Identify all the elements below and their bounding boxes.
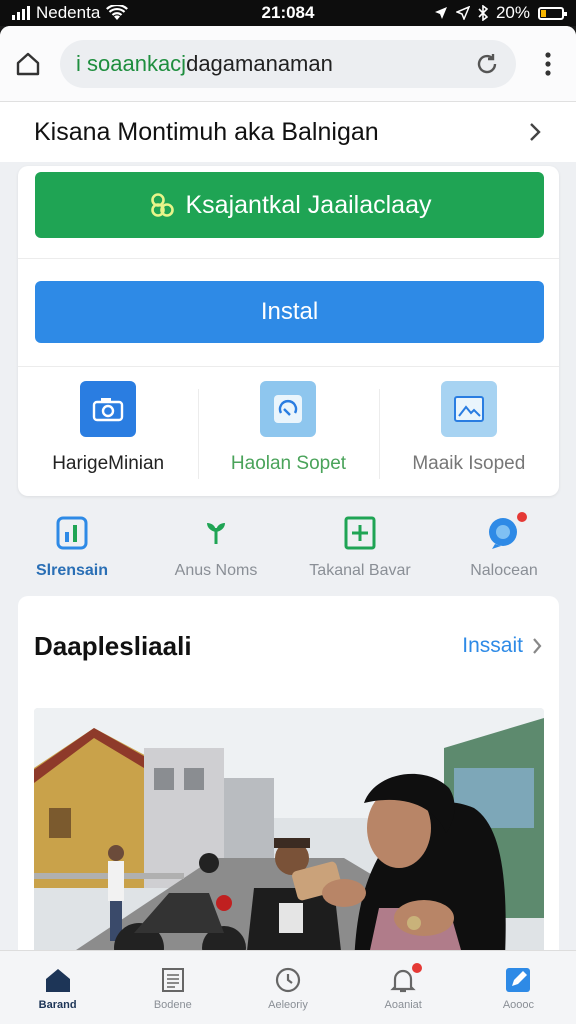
street-scene-illustration [34, 708, 544, 978]
status-time: 21:084 [261, 3, 315, 22]
quick-link-label: Anus Noms [174, 562, 258, 579]
quick-link-label: Slrensain [35, 562, 109, 579]
quick-link-item[interactable]: Slrensain [0, 512, 144, 588]
see-more-link[interactable]: Inssait [462, 634, 543, 658]
quick-link-label: Takanal Bavar [309, 562, 411, 579]
edit-icon [503, 965, 533, 995]
news-photo[interactable] [34, 708, 544, 978]
document-icon [158, 965, 188, 995]
location-arrow-icon [434, 7, 447, 19]
browser-window: i soaankacj dagamanaman Kisana Montimuh a… [0, 26, 576, 1024]
feature-label: Maaik Isoped [412, 453, 526, 474]
divider [18, 366, 559, 367]
news-title: Daaplesliaali [34, 630, 192, 661]
nav-item-home[interactable]: Barand [0, 951, 115, 1024]
chat-bubble-icon [483, 510, 529, 554]
nav-label: Aeleoriy [268, 998, 308, 1011]
divider [18, 258, 559, 259]
news-section: Daaplesliaali Inssait [18, 596, 559, 986]
notification-badge [515, 510, 529, 524]
nav-label: Aoaniat [384, 998, 422, 1011]
chevron-right-icon [530, 123, 541, 141]
nav-label: Bodene [153, 998, 192, 1011]
quick-links: Slrensain Anus Noms Takanal Bavar Naloce… [0, 510, 576, 588]
feature-label: Haolan Sopet [230, 453, 347, 474]
install-button-label: Instal [260, 298, 319, 325]
nav-item-notifications[interactable]: Aoaniat [346, 951, 461, 1024]
cellular-signal-icon [12, 6, 30, 20]
quick-link-item[interactable]: Anus Noms [144, 512, 288, 588]
signal-card-icon [51, 512, 93, 554]
quick-link-item[interactable]: Nalocean [432, 510, 576, 588]
clock-icon [273, 965, 303, 995]
headset-icon [260, 381, 317, 437]
add-box-icon [339, 512, 381, 554]
wifi-icon [106, 5, 129, 20]
menu-button[interactable] [534, 50, 562, 78]
nav-label: Barand [38, 998, 77, 1011]
feature-label: HarigeMinian [52, 453, 165, 474]
bluetooth-icon [478, 5, 488, 21]
battery-percent: 20% [495, 3, 530, 22]
nav-item-account[interactable]: Aoooc [461, 951, 576, 1024]
nav-item-activity[interactable]: Aeleoriy [230, 951, 345, 1024]
more-vertical-icon [545, 51, 551, 76]
home-outline-icon [16, 52, 40, 75]
see-more-label: Inssait [462, 634, 523, 657]
quick-link-label: Nalocean [470, 562, 538, 579]
page-title: Kisana Montimuh aka Balnigan [34, 117, 379, 146]
carrier-name: Nedenta [36, 3, 101, 22]
news-header: Daaplesliaali Inssait [18, 596, 559, 696]
chevron-right-icon [533, 638, 542, 654]
nav-item-documents[interactable]: Bodene [115, 951, 230, 1024]
link-rings-icon [150, 193, 174, 217]
image-folder-icon [440, 381, 497, 437]
bottom-navigation: Barand Bodene Aeleoriy Aoaniat Aoooc [0, 950, 576, 1024]
browser-toolbar: i soaankacj dagamanaman [0, 26, 576, 102]
install-button[interactable]: Instal [35, 281, 544, 343]
quick-link-item[interactable]: Takanal Bavar [288, 512, 432, 588]
nav-label: Aoooc [502, 998, 535, 1011]
reload-icon[interactable] [474, 51, 500, 77]
url-text: dagamanaman [186, 50, 333, 76]
bell-icon [388, 960, 425, 995]
home-icon [43, 965, 73, 995]
url-scheme: i soaankacj [76, 50, 187, 76]
primary-green-button[interactable]: Ksajantkal Jaailaclaay [35, 172, 544, 238]
status-bar: Nedenta 21:084 20% [0, 0, 576, 26]
feature-item[interactable]: Haolan Sopet [198, 371, 378, 491]
page-header[interactable]: Kisana Montimuh aka Balnigan [0, 102, 576, 162]
plant-icon [195, 512, 237, 554]
app-card: Ksajantkal Jaailaclaay Instal HarigeMini… [18, 166, 559, 496]
camera-icon [80, 381, 137, 437]
feature-item[interactable]: Maaik Isoped [378, 371, 559, 491]
feature-item[interactable]: HarigeMinian [18, 371, 198, 491]
feature-row: HarigeMinian Haolan Sopet Maaik Isoped [18, 371, 559, 491]
battery-icon [538, 6, 567, 20]
green-button-label: Ksajantkal Jaailaclaay [185, 190, 432, 219]
notification-badge [410, 960, 425, 975]
navigation-icon [455, 6, 470, 20]
address-bar[interactable]: i soaankacj dagamanaman [60, 39, 516, 88]
home-button[interactable] [14, 50, 42, 78]
